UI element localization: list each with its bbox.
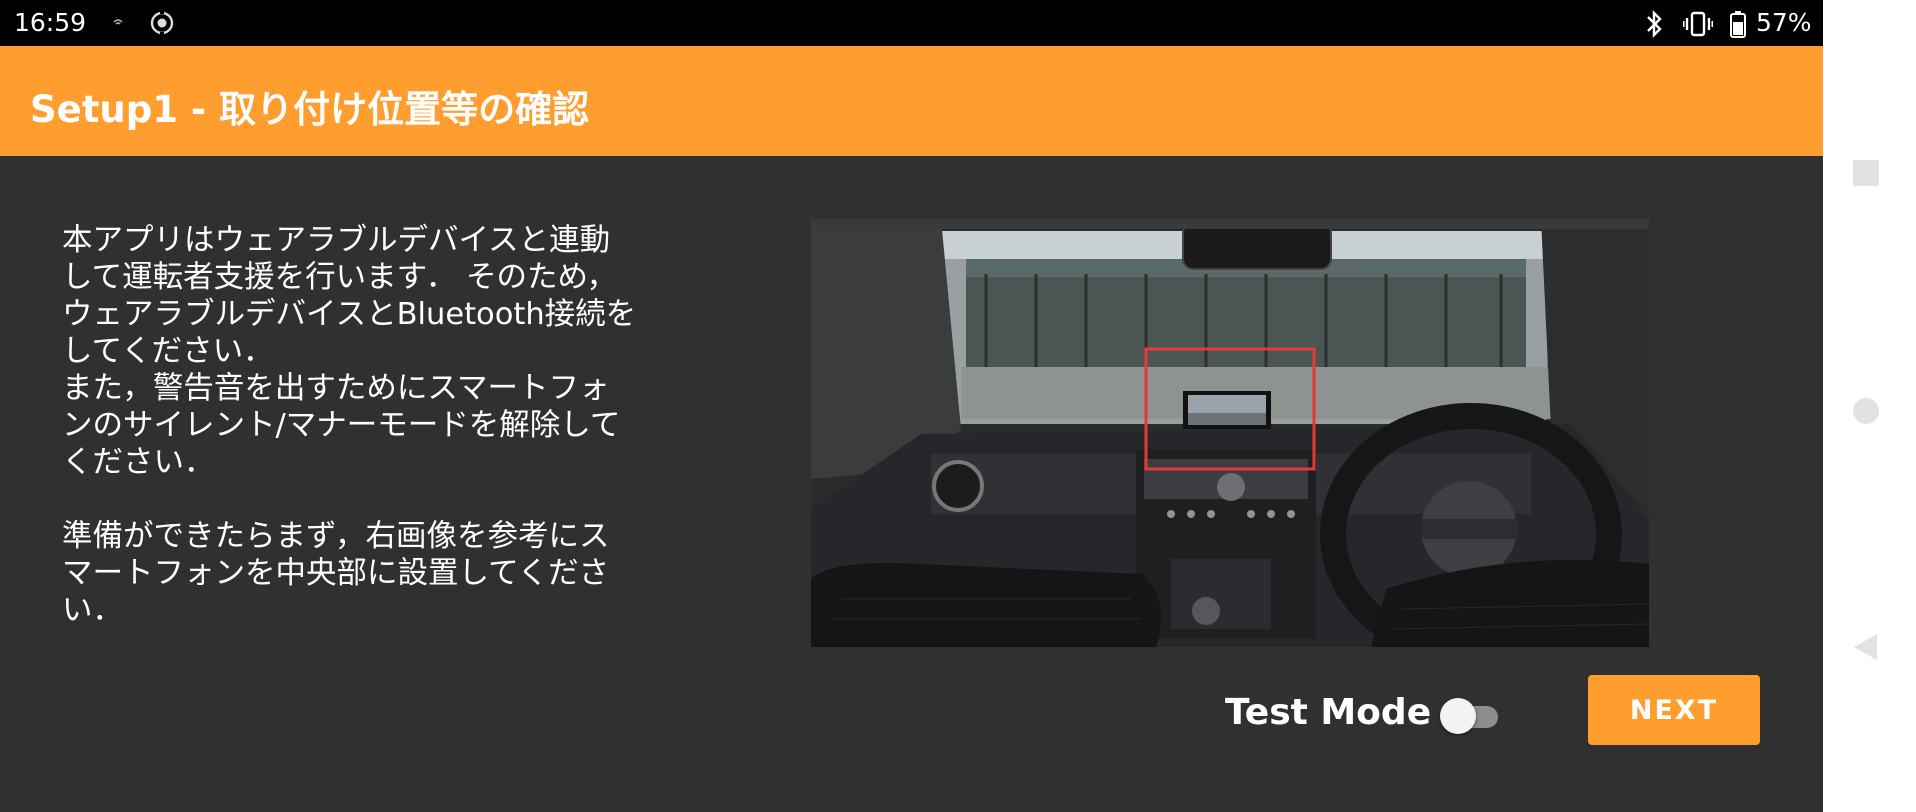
- setup-instructions: 本アプリはウェアラブルデバイスと連動 して運転者支援を行います． そのため， ウ…: [62, 223, 637, 628]
- toggle-thumb: [1440, 698, 1476, 734]
- status-time: 16:59: [14, 8, 87, 37]
- content-area: 本アプリはウェアラブルデバイスと連動 して運転者支援を行います． そのため， ウ…: [0, 156, 1823, 812]
- test-mode-label: Test Mode: [1225, 692, 1432, 733]
- app-bar: Setup1 - 取り付け位置等の確認: [0, 46, 1823, 156]
- test-mode-toggle[interactable]: [1440, 696, 1502, 736]
- car-dashboard-photo: [811, 219, 1649, 647]
- cast-icon: [112, 12, 128, 32]
- battery-icon: [1729, 10, 1747, 42]
- page-title: Setup1 - 取り付け位置等の確認: [30, 88, 590, 131]
- status-bar: 16:59 57%: [0, 0, 1823, 46]
- back-icon[interactable]: [1851, 632, 1881, 662]
- location-icon: [148, 9, 176, 41]
- navigation-bar: [1823, 0, 1916, 812]
- battery-percent: 57%: [1756, 8, 1812, 37]
- bluetooth-icon: [1641, 10, 1667, 42]
- recents-icon[interactable]: [1851, 158, 1881, 188]
- home-icon[interactable]: [1851, 396, 1881, 426]
- next-button[interactable]: NEXT: [1588, 675, 1760, 745]
- vibrate-icon: [1682, 10, 1714, 42]
